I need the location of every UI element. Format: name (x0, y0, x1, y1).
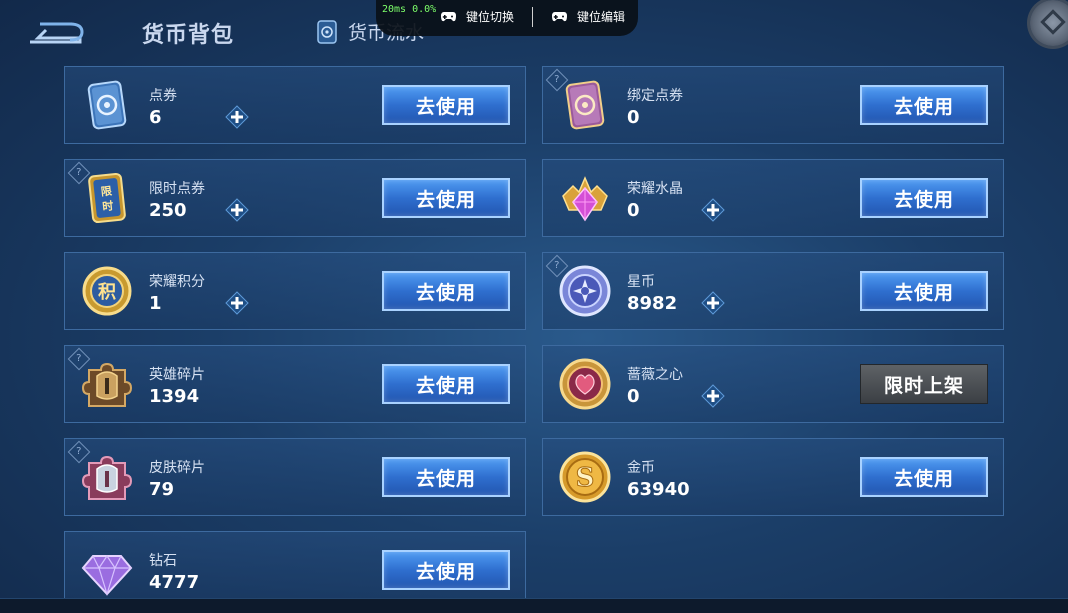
add-plus-icon[interactable] (701, 198, 725, 222)
add-plus-icon[interactable] (225, 105, 249, 129)
currency-card-yingxiong: ? 英雄碎片 1394 去使用 (64, 345, 526, 423)
voucher-card-icon (87, 80, 127, 130)
use-button[interactable]: 去使用 (860, 178, 988, 218)
back-button[interactable] (26, 18, 84, 46)
currency-card-xingbi: ? 星币 8982 去使用 (542, 252, 1004, 330)
currency-amount: 1394 (149, 386, 200, 407)
currency-amount: 4777 (149, 572, 200, 593)
use-button[interactable]: 去使用 (860, 457, 988, 497)
svg-text:限: 限 (100, 184, 112, 199)
svg-text:时: 时 (102, 198, 114, 213)
limited-voucher-icon: 限 时 (88, 172, 126, 224)
currency-card-jifen: 积 荣耀积分 1 去使用 (64, 252, 526, 330)
use-button[interactable]: 去使用 (860, 271, 988, 311)
currency-card-pifu: ? 皮肤碎片 79 去使用 (64, 438, 526, 516)
key-switch-button[interactable]: 键位切换 (440, 8, 514, 25)
back-arrow-icon (30, 22, 84, 44)
settings-corner-button[interactable] (1030, 0, 1068, 46)
diamond-frame-icon (1040, 9, 1066, 35)
currency-amount: 0 (627, 200, 640, 221)
key-switch-label: 键位切换 (466, 10, 515, 24)
hero-shard-icon (81, 362, 133, 407)
limited-time-button[interactable]: 限时上架 (860, 364, 988, 404)
loss-value: 0.0% (412, 4, 437, 15)
key-edit-label: 键位编辑 (577, 10, 626, 24)
use-button[interactable]: 去使用 (382, 178, 510, 218)
currency-name: 皮肤碎片 (149, 460, 205, 476)
currency-card-qiangwei: 蔷薇之心 0 限时上架 (542, 345, 1004, 423)
add-plus-icon[interactable] (225, 198, 249, 222)
use-button[interactable]: 去使用 (382, 271, 510, 311)
rose-heart-icon (559, 358, 611, 410)
currency-amount: 0 (627, 107, 640, 128)
currency-name: 蔷薇之心 (627, 367, 683, 383)
currency-name: 限时点券 (149, 181, 205, 197)
currency-amount: 250 (149, 200, 187, 221)
currency-name: 荣耀积分 (149, 274, 205, 290)
use-button[interactable]: 去使用 (860, 85, 988, 125)
currency-card-dianquan: 点券 6 去使用 (64, 66, 526, 144)
gamepad-icon (552, 12, 567, 22)
add-plus-icon[interactable] (701, 291, 725, 315)
use-button[interactable]: 去使用 (382, 457, 510, 497)
page-title: 货币背包 (142, 23, 235, 48)
bottom-strip (0, 598, 1068, 613)
currency-name: 金币 (627, 460, 655, 476)
gamepad-icon (441, 12, 456, 22)
voucher-card-icon (317, 19, 337, 44)
currency-name: 荣耀水晶 (627, 181, 683, 197)
network-stats: 20ms 0.0% (382, 4, 436, 15)
currency-card-xianshi: ? 限 时 限时点券 250 去使用 (64, 159, 526, 237)
currency-amount: 1 (149, 293, 162, 314)
use-button[interactable]: 去使用 (382, 364, 510, 404)
ping-value: 20ms (382, 4, 407, 15)
divider (532, 7, 533, 27)
diamond-icon (81, 554, 133, 597)
currency-name: 点券 (149, 88, 177, 104)
currency-card-bangding: ? 绑定点券 0 去使用 (542, 66, 1004, 144)
currency-amount: 79 (149, 479, 175, 500)
currency-amount: 63940 (627, 479, 690, 500)
gold-coin-icon: S (559, 451, 611, 503)
currency-name: 钻石 (149, 553, 177, 569)
currency-name: 绑定点券 (627, 88, 683, 104)
svg-text:S: S (576, 463, 595, 493)
currency-amount: 8982 (627, 293, 678, 314)
use-button[interactable]: 去使用 (382, 550, 510, 590)
glory-crystal-icon (562, 176, 608, 222)
currency-name: 星币 (627, 274, 655, 290)
currency-name: 英雄碎片 (149, 367, 205, 383)
glory-points-coin-icon: 积 (82, 266, 132, 316)
skin-shard-icon (81, 455, 133, 500)
add-plus-icon[interactable] (225, 291, 249, 315)
use-button[interactable]: 去使用 (382, 85, 510, 125)
star-coin-icon (559, 265, 611, 317)
currency-card-shuijing: 荣耀水晶 0 去使用 (542, 159, 1004, 237)
svg-text:积: 积 (98, 282, 116, 303)
key-edit-button[interactable]: 键位编辑 (551, 8, 625, 25)
bound-voucher-card-icon (565, 80, 605, 130)
currency-card-jinbi: S 金币 63940 去使用 (542, 438, 1004, 516)
currency-amount: 0 (627, 386, 640, 407)
currency-amount: 6 (149, 107, 162, 128)
add-plus-icon[interactable] (701, 384, 725, 408)
